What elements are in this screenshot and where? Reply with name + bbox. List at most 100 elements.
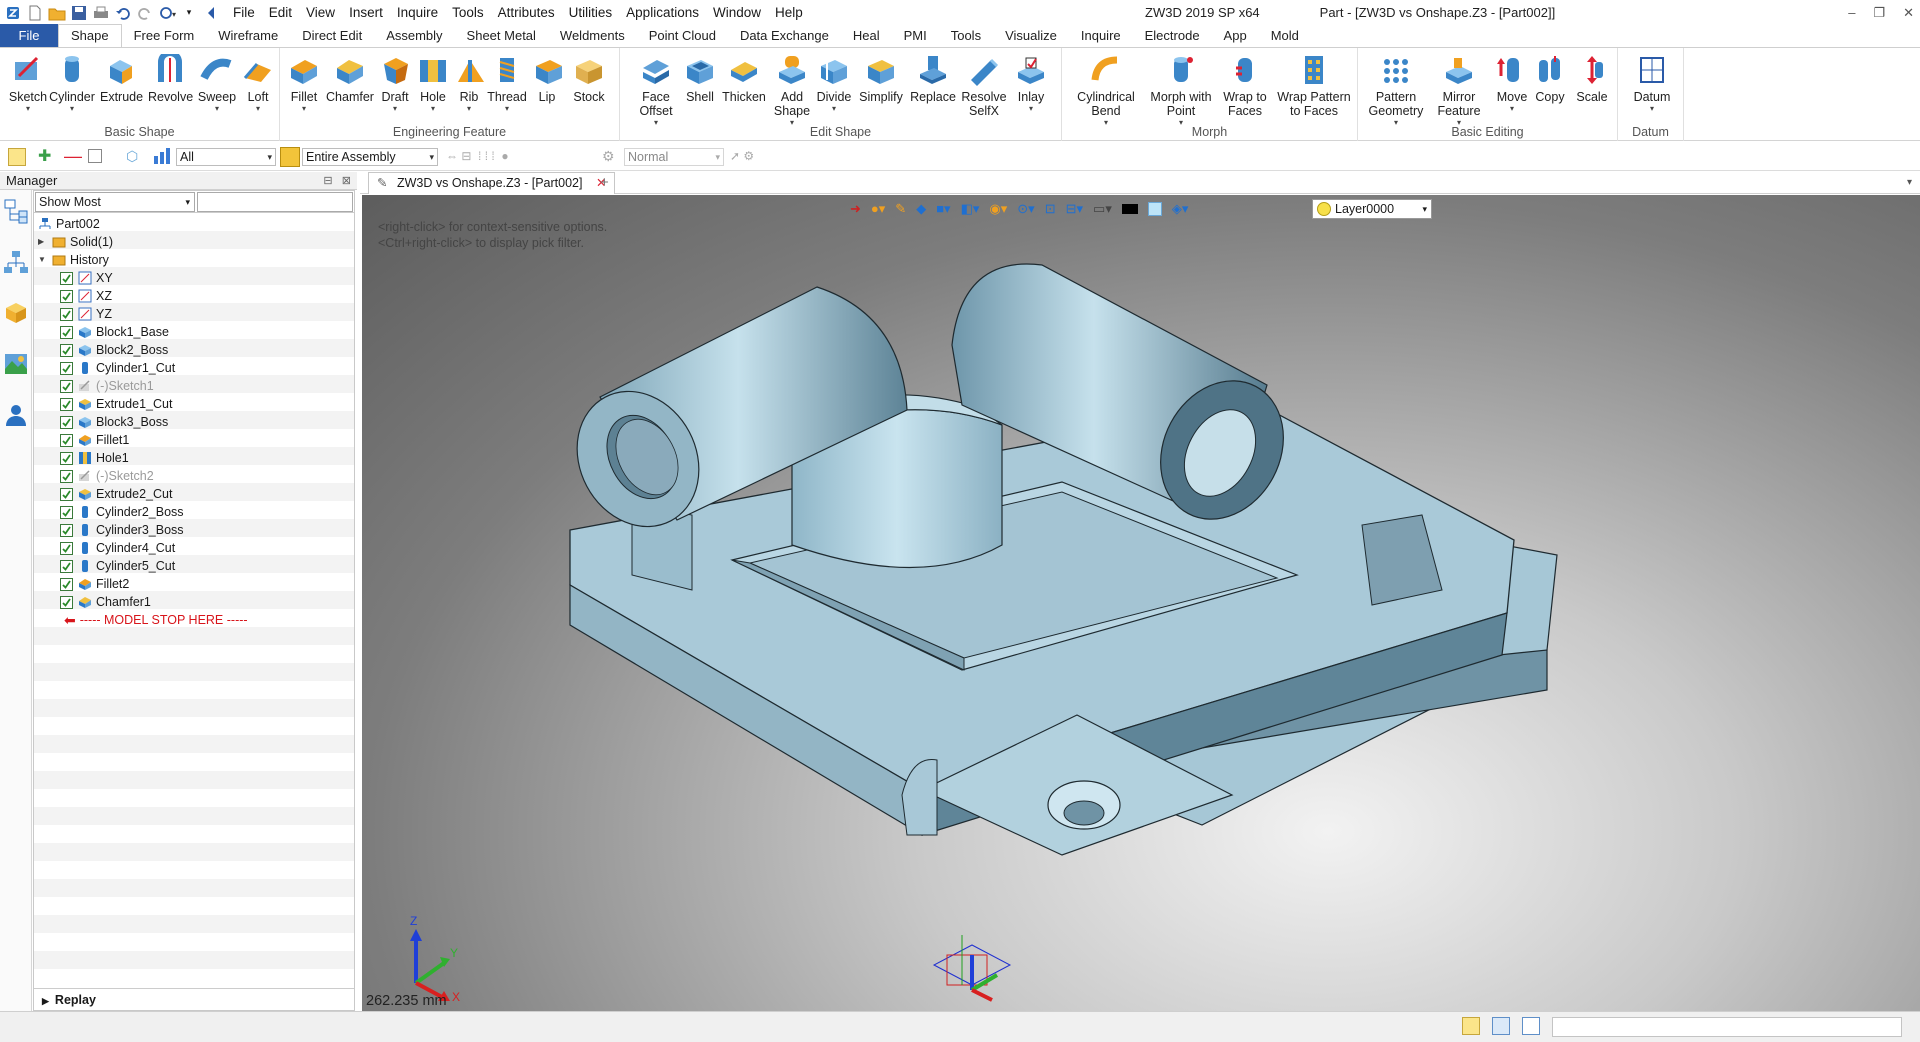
tree-item-extrude2-cut[interactable]: Extrude2_Cut <box>60 485 172 503</box>
visibility-checkbox[interactable] <box>60 451 73 465</box>
menu-edit[interactable]: Edit <box>262 0 299 25</box>
mirror-feature-button[interactable]: Mirror Feature ▾ <box>1430 54 1488 127</box>
loft-button[interactable]: Loft ▾ <box>240 54 276 113</box>
tab-visualize[interactable]: Visualize <box>993 25 1069 47</box>
view-background-icon[interactable] <box>1121 204 1138 214</box>
view-color-icon[interactable] <box>1147 202 1162 216</box>
part-model[interactable] <box>362 195 1920 1011</box>
view-back-icon[interactable]: ➜ <box>850 201 861 217</box>
render-settings-icon[interactable]: ⚙ <box>602 148 615 165</box>
tab-wireframe[interactable]: Wireframe <box>206 25 290 47</box>
view-layer-visibility-icon[interactable]: ◈▾ <box>1172 201 1189 217</box>
tree-item-sketch1[interactable]: (-)Sketch1 <box>60 377 154 395</box>
view-cube-icon[interactable]: ◆ <box>916 201 926 217</box>
tree-item-chamfer1[interactable]: Chamfer1 <box>60 593 151 611</box>
redo-icon[interactable] <box>136 4 154 22</box>
tree-item-xy[interactable]: XY <box>60 269 113 287</box>
tab-sheet-metal[interactable]: Sheet Metal <box>455 25 548 47</box>
draft-button[interactable]: Draft ▾ <box>378 54 412 113</box>
add-shape-button[interactable]: Add Shape ▾ <box>772 54 812 127</box>
user-icon[interactable] <box>3 402 29 428</box>
menu-help[interactable]: Help <box>768 0 810 25</box>
tree-item-block3-boss[interactable]: Block3_Boss <box>60 413 168 431</box>
tree-item-yz[interactable]: YZ <box>60 305 112 323</box>
visibility-checkbox[interactable] <box>60 487 73 501</box>
hexagon-icon[interactable]: ⬡ <box>126 148 138 165</box>
menu-window[interactable]: Window <box>706 0 768 25</box>
tree-item-sketch2[interactable]: (-)Sketch2 <box>60 467 154 485</box>
status-view-icon-1[interactable] <box>1462 1017 1480 1035</box>
divide-button[interactable]: Divide ▾ <box>816 54 852 113</box>
menu-attributes[interactable]: Attributes <box>491 0 562 25</box>
inlay-button[interactable]: Inlay ▾ <box>1012 54 1050 113</box>
visibility-checkbox[interactable] <box>60 397 73 411</box>
back-arrow-icon[interactable] <box>202 4 220 22</box>
sketch-button[interactable]: Sketch ▾ <box>8 54 48 113</box>
new-file-icon[interactable] <box>26 4 44 22</box>
tree-search-input[interactable] <box>197 192 353 212</box>
assembly-scope-icon[interactable] <box>280 147 300 167</box>
tab-free-form[interactable]: Free Form <box>122 25 207 47</box>
cylindrical-bend-button[interactable]: Cylindrical Bend ▾ <box>1074 54 1138 127</box>
lip-button[interactable]: Lip <box>532 54 562 104</box>
open-file-icon[interactable] <box>48 4 66 22</box>
menu-file[interactable]: File <box>226 0 262 25</box>
tab-pmi[interactable]: PMI <box>892 25 939 47</box>
tab-assembly[interactable]: Assembly <box>374 25 454 47</box>
tab-shape[interactable]: Shape <box>58 24 122 47</box>
cylinder-button[interactable]: Cylinder ▾ <box>48 54 96 113</box>
view-style-icon[interactable]: ◧▾ <box>961 201 980 217</box>
tab-weldments[interactable]: Weldments <box>548 25 637 47</box>
menu-inquire[interactable]: Inquire <box>390 0 445 25</box>
datum-button[interactable]: Datum ▾ <box>1630 54 1674 113</box>
tree-item-block2-boss[interactable]: Block2_Boss <box>60 341 168 359</box>
tab-electrode[interactable]: Electrode <box>1133 25 1212 47</box>
tree-item-history[interactable]: ▼ History <box>38 251 109 269</box>
visibility-checkbox[interactable] <box>60 541 73 555</box>
menu-view[interactable]: View <box>299 0 342 25</box>
restore-icon[interactable]: ❐ <box>1873 0 1885 25</box>
regen-icon[interactable]: ▾ <box>158 4 176 22</box>
visibility-checkbox[interactable] <box>60 325 73 339</box>
view-fit-icon[interactable]: ⊡ <box>1045 201 1056 217</box>
add-icon[interactable]: ✚ <box>38 149 51 165</box>
part-library-icon[interactable] <box>3 300 29 326</box>
pattern-geometry-button[interactable]: Pattern Geometry ▾ <box>1366 54 1426 127</box>
move-button[interactable]: Move ▾ <box>1492 54 1532 113</box>
stock-button[interactable]: Stock <box>570 54 608 104</box>
visibility-checkbox[interactable] <box>60 523 73 537</box>
view-light-icon[interactable]: ◉▾ <box>989 201 1007 217</box>
visibility-checkbox[interactable] <box>60 361 73 375</box>
extrude-button[interactable]: Extrude <box>100 54 143 104</box>
tree-item-extrude1-cut[interactable]: Extrude1_Cut <box>60 395 172 413</box>
show-filter-select[interactable]: Show Most ▾ <box>35 192 195 212</box>
assembly-scope-select[interactable]: Entire Assembly ▾ <box>302 148 438 166</box>
view-shaded-icon[interactable]: ■▾ <box>936 201 950 217</box>
visibility-checkbox[interactable] <box>60 577 73 591</box>
app-logo-icon[interactable] <box>4 4 22 22</box>
fillet-button[interactable]: Fillet ▾ <box>286 54 322 113</box>
select-box-icon[interactable] <box>88 149 102 163</box>
tree-item-fillet2[interactable]: Fillet2 <box>60 575 129 593</box>
view-measure-icon[interactable]: ✎ <box>895 201 906 217</box>
collapse-icon[interactable]: ▼ <box>38 251 52 269</box>
face-offset-button[interactable]: Face Offset ▾ <box>634 54 678 127</box>
visibility-checkbox[interactable] <box>60 307 73 321</box>
visibility-checkbox[interactable] <box>60 505 73 519</box>
tab-point-cloud[interactable]: Point Cloud <box>637 25 728 47</box>
view-orient-icon[interactable]: ●▾ <box>871 201 885 217</box>
tab-data-exchange[interactable]: Data Exchange <box>728 25 841 47</box>
tree-item-xz[interactable]: XZ <box>60 287 112 305</box>
close-icon[interactable]: ✕ <box>1903 0 1914 25</box>
model-stop-marker[interactable]: ⬅ ----- MODEL STOP HERE ----- <box>64 611 248 629</box>
tree-item-cylinder5-cut[interactable]: Cylinder5_Cut <box>60 557 175 575</box>
wrap-to-faces-button[interactable]: Wrap to Faces <box>1220 54 1270 118</box>
morph-with-point-button[interactable]: Morph with Point ▾ <box>1146 54 1216 127</box>
menu-utilities[interactable]: Utilities <box>562 0 620 25</box>
tree-root[interactable]: Part002 <box>38 215 100 233</box>
layer-select[interactable]: Layer0000 ▾ <box>1312 199 1432 219</box>
view-zoom-icon[interactable]: ⊙▾ <box>1017 201 1034 217</box>
pick-arrow-icon[interactable] <box>8 148 26 166</box>
tree-item-cylinder3-boss[interactable]: Cylinder3_Boss <box>60 521 184 539</box>
resolve-selfx-button[interactable]: Resolve SelfX <box>960 54 1008 118</box>
